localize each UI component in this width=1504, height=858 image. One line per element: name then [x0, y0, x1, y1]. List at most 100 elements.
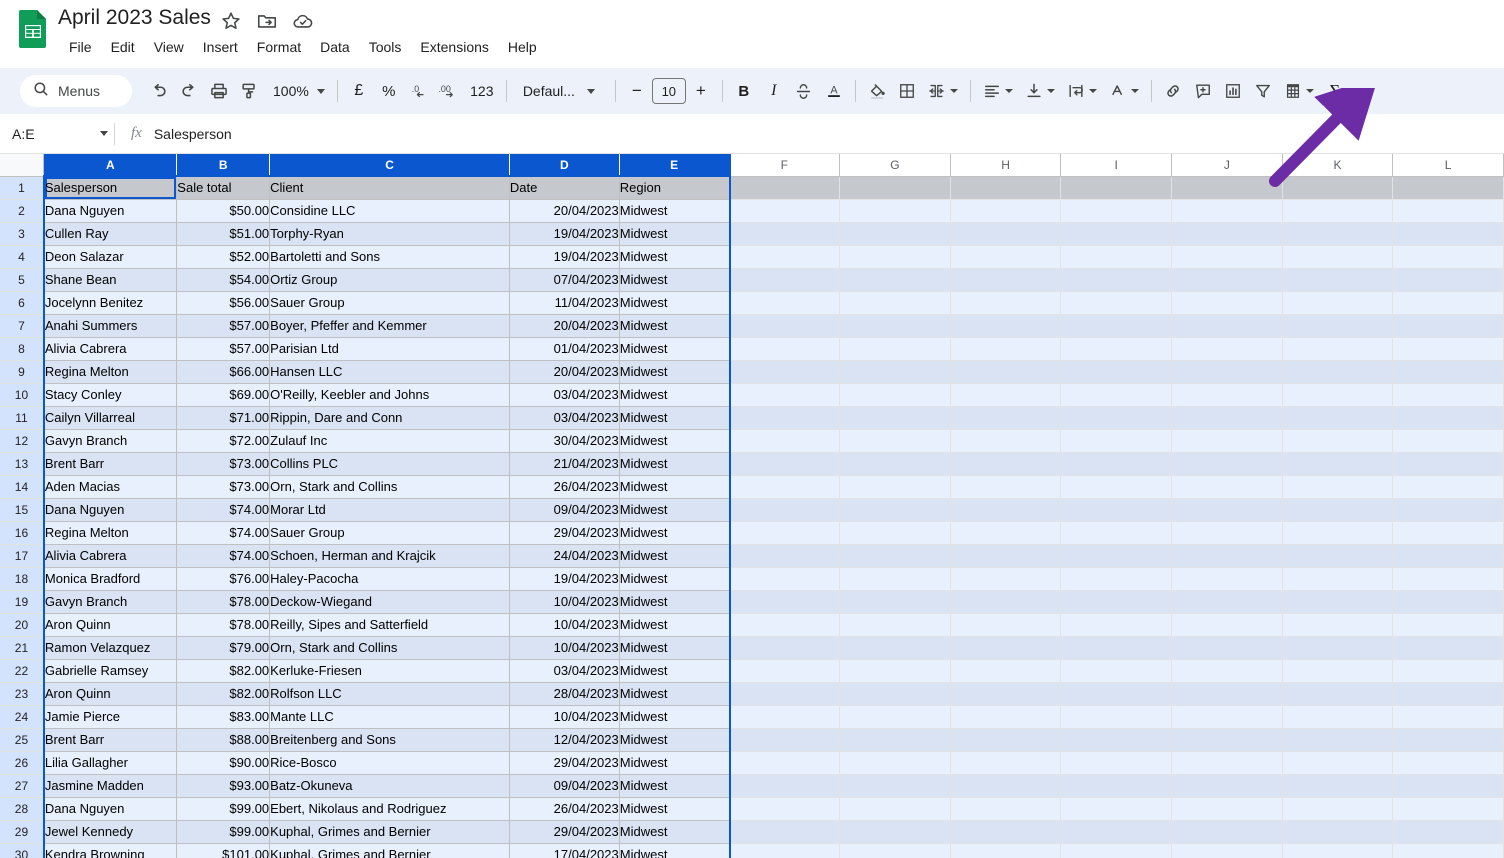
font-family-dropdown[interactable]: Defaul... [513, 76, 609, 106]
empty-cell[interactable] [950, 521, 1062, 545]
empty-cell[interactable] [1060, 774, 1173, 798]
row-header-4[interactable]: 4 [0, 245, 45, 269]
cell[interactable]: 07/04/2023 [509, 268, 620, 292]
empty-cell[interactable] [1392, 728, 1504, 752]
empty-cell[interactable] [839, 774, 951, 798]
empty-cell[interactable] [729, 452, 841, 476]
cell[interactable]: Sauer Group [269, 291, 510, 315]
empty-cell[interactable] [1171, 567, 1283, 591]
chevron-down-icon[interactable] [1088, 89, 1097, 93]
cell[interactable]: Midwest [619, 521, 730, 545]
spreadsheet-grid[interactable]: ABCDEFGHIJKL 1 Salesperson Sale total Clien… [0, 154, 1504, 858]
cell[interactable]: 30/04/2023 [509, 429, 620, 453]
empty-cell[interactable] [1060, 245, 1173, 269]
cell[interactable]: $71.00 [176, 406, 271, 430]
empty-cell[interactable] [729, 360, 841, 384]
empty-cell[interactable] [1392, 705, 1504, 729]
insert-comment-icon[interactable] [1188, 76, 1218, 106]
cell[interactable]: Shane Bean [43, 268, 178, 292]
cell[interactable]: Midwest [619, 360, 730, 384]
column-header-j[interactable]: J [1171, 154, 1283, 177]
empty-cell[interactable] [1060, 567, 1173, 591]
empty-cell[interactable] [1171, 268, 1283, 292]
cell[interactable]: Midwest [619, 429, 730, 453]
cell[interactable]: Deckow-Wiegand [269, 590, 510, 614]
empty-cell[interactable] [1171, 751, 1283, 775]
empty-cell[interactable] [1282, 544, 1394, 568]
row-header-12[interactable]: 12 [0, 429, 45, 453]
empty-cell[interactable] [1060, 590, 1173, 614]
cell[interactable]: $74.00 [176, 498, 271, 522]
column-header-a[interactable]: A [43, 154, 178, 177]
empty-cell[interactable] [729, 498, 841, 522]
empty-cell[interactable] [1392, 176, 1504, 200]
empty-cell[interactable] [729, 797, 841, 821]
cell[interactable]: Reilly, Sipes and Satterfield [269, 613, 510, 637]
empty-cell[interactable] [950, 751, 1062, 775]
cell[interactable]: Midwest [619, 245, 730, 269]
header-cell[interactable]: Region [619, 176, 730, 200]
empty-cell[interactable] [1282, 291, 1394, 315]
empty-cell[interactable] [1060, 291, 1173, 315]
cell[interactable]: Midwest [619, 774, 730, 798]
empty-cell[interactable] [1392, 544, 1504, 568]
select-all-corner[interactable] [0, 154, 45, 177]
row-header-1[interactable]: 1 [0, 176, 45, 200]
cell[interactable]: $56.00 [176, 291, 271, 315]
text-wrap-control[interactable] [1061, 76, 1103, 106]
row-header-29[interactable]: 29 [0, 820, 45, 844]
cell[interactable]: Kerluke-Friesen [269, 659, 510, 683]
empty-cell[interactable] [950, 498, 1062, 522]
empty-cell[interactable] [1060, 797, 1173, 821]
empty-cell[interactable] [1060, 682, 1173, 706]
empty-cell[interactable] [839, 544, 951, 568]
cell[interactable]: 01/04/2023 [509, 337, 620, 361]
row-header-13[interactable]: 13 [0, 452, 45, 476]
empty-cell[interactable] [1171, 682, 1283, 706]
empty-cell[interactable] [729, 268, 841, 292]
cell[interactable]: Midwest [619, 843, 730, 858]
row-header-7[interactable]: 7 [0, 314, 45, 338]
search-menus-input[interactable]: Menus [20, 75, 132, 107]
empty-cell[interactable] [839, 843, 951, 858]
cell[interactable]: Midwest [619, 751, 730, 775]
row-header-19[interactable]: 19 [0, 590, 45, 614]
cell[interactable]: Orn, Stark and Collins [269, 636, 510, 660]
empty-cell[interactable] [1060, 222, 1173, 246]
empty-cell[interactable] [1171, 590, 1283, 614]
cell[interactable]: Collins PLC [269, 452, 510, 476]
cell[interactable]: Monica Bradford [43, 567, 178, 591]
cell[interactable]: 20/04/2023 [509, 360, 620, 384]
empty-cell[interactable] [839, 314, 951, 338]
insert-link-icon[interactable] [1158, 76, 1188, 106]
cell[interactable]: Dana Nguyen [43, 797, 178, 821]
chevron-down-icon[interactable] [1046, 89, 1055, 93]
empty-cell[interactable] [729, 475, 841, 499]
cell[interactable]: Anahi Summers [43, 314, 178, 338]
zoom-level-dropdown[interactable]: 100% [264, 76, 331, 106]
empty-cell[interactable] [1392, 268, 1504, 292]
cell[interactable]: Midwest [619, 406, 730, 430]
empty-cell[interactable] [839, 820, 951, 844]
empty-cell[interactable] [1392, 337, 1504, 361]
empty-cell[interactable] [729, 705, 841, 729]
row-header-5[interactable]: 5 [0, 268, 45, 292]
row-header-3[interactable]: 3 [0, 222, 45, 246]
empty-cell[interactable] [950, 820, 1062, 844]
cell[interactable]: $99.00 [176, 797, 271, 821]
cell[interactable]: $66.00 [176, 360, 271, 384]
cell[interactable]: Rippin, Dare and Conn [269, 406, 510, 430]
cell[interactable]: $74.00 [176, 521, 271, 545]
empty-cell[interactable] [950, 659, 1062, 683]
empty-cell[interactable] [1171, 544, 1283, 568]
cell[interactable]: $73.00 [176, 475, 271, 499]
empty-cell[interactable] [1282, 429, 1394, 453]
row-header-21[interactable]: 21 [0, 636, 45, 660]
empty-cell[interactable] [1392, 222, 1504, 246]
empty-cell[interactable] [1060, 199, 1173, 223]
empty-cell[interactable] [839, 452, 951, 476]
star-icon[interactable] [220, 10, 242, 32]
cell[interactable]: 11/04/2023 [509, 291, 620, 315]
chevron-down-icon[interactable] [100, 131, 108, 136]
empty-cell[interactable] [950, 222, 1062, 246]
